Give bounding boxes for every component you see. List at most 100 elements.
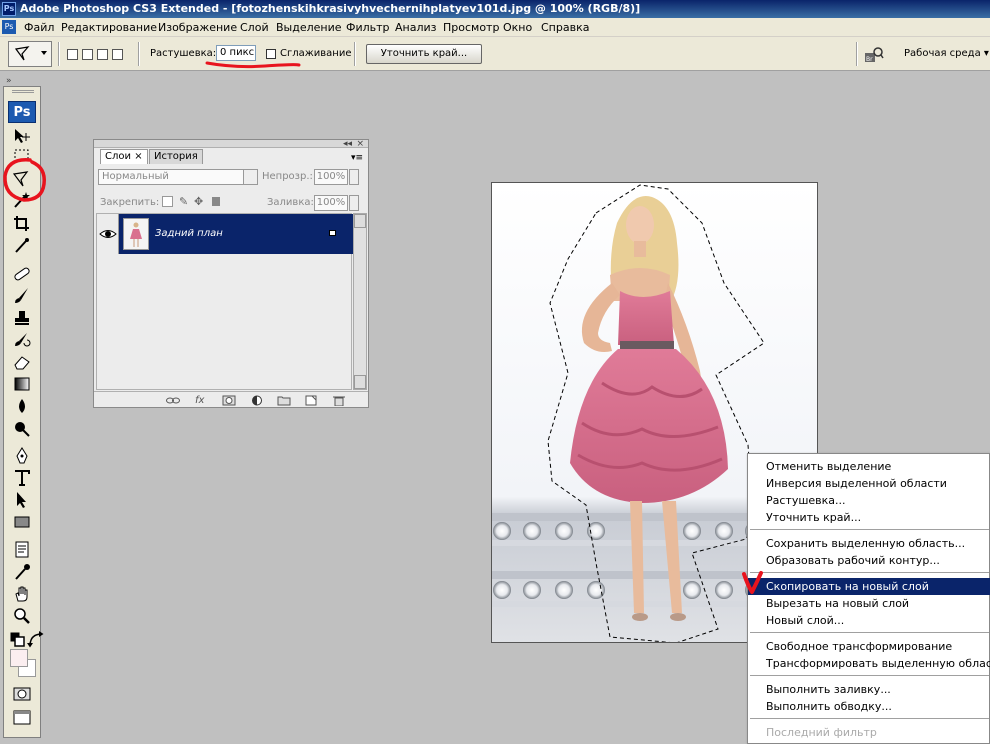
layers-list: Задний план — [96, 213, 353, 390]
eraser-tool-icon[interactable] — [12, 353, 32, 371]
new-group-icon[interactable] — [277, 395, 291, 406]
dodge-tool-icon[interactable] — [12, 419, 32, 437]
layer-row[interactable]: Задний план — [97, 214, 353, 254]
menu-item-layer-via-copy[interactable]: Скопировать на новый слой — [748, 578, 990, 595]
menu-item-stroke[interactable]: Выполнить обводку... — [748, 698, 990, 715]
menu-view[interactable]: Просмотр — [443, 21, 499, 34]
toolbox-grip[interactable] — [12, 90, 34, 93]
pen-tool-icon[interactable] — [12, 447, 32, 465]
swap-colors-icon[interactable] — [26, 631, 44, 648]
menu-item-inverse[interactable]: Инверсия выделенной области — [748, 475, 990, 492]
hand-tool-icon[interactable] — [12, 585, 32, 603]
menu-layer[interactable]: Слой — [240, 21, 269, 34]
add-to-selection-icon[interactable] — [82, 49, 93, 60]
gradient-tool-icon[interactable] — [12, 375, 32, 393]
panel-menu-icon[interactable]: ▾≡ — [351, 153, 363, 163]
menu-item-save-selection[interactable]: Сохранить выделенную область... — [748, 535, 990, 552]
notes-tool-icon[interactable] — [12, 541, 32, 559]
lock-position-icon[interactable]: ✥ — [194, 195, 203, 208]
fill-slider-toggle[interactable] — [349, 195, 359, 211]
new-selection-icon[interactable] — [67, 49, 78, 60]
scroll-down-icon[interactable] — [354, 375, 366, 389]
new-layer-icon[interactable] — [304, 395, 318, 406]
foreground-color-swatch[interactable] — [10, 649, 28, 667]
subtract-from-selection-icon[interactable] — [97, 49, 108, 60]
blend-mode-select[interactable]: Нормальный — [98, 169, 258, 185]
type-tool-icon[interactable] — [12, 469, 32, 487]
menu-window[interactable]: Окно — [503, 21, 532, 34]
menu-separator — [750, 675, 989, 676]
options-bar: Растушевка: 0 пикс Сглаживание Уточнить … — [0, 37, 990, 71]
crop-tool-icon[interactable] — [12, 215, 32, 233]
ps-logo[interactable]: Ps — [8, 101, 36, 123]
opacity-slider-toggle[interactable] — [349, 169, 359, 185]
lock-all-icon[interactable] — [212, 197, 220, 206]
quick-mask-icon[interactable] — [12, 685, 32, 703]
photoshop-app-icon: Ps — [2, 2, 16, 16]
opacity-input[interactable]: 100% — [314, 169, 348, 185]
workspace-menu[interactable]: Рабочая среда ▾ — [904, 48, 989, 59]
close-icon[interactable]: × — [356, 139, 364, 149]
path-selection-icon[interactable] — [12, 491, 32, 509]
menu-item-transform-selection[interactable]: Трансформировать выделенную область — [748, 655, 990, 672]
menu-analysis[interactable]: Анализ — [395, 21, 437, 34]
menu-item-new-layer[interactable]: Новый слой... — [748, 612, 990, 629]
ps-menu-icon[interactable]: Ps — [2, 20, 16, 34]
scroll-up-icon[interactable] — [354, 214, 366, 228]
refine-edge-button[interactable]: Уточнить край... — [366, 44, 482, 64]
healing-brush-icon[interactable] — [12, 265, 32, 283]
bridge-icon[interactable]: Br — [864, 46, 884, 64]
clone-stamp-icon[interactable] — [12, 309, 32, 327]
screen-mode-icon[interactable] — [12, 709, 32, 727]
panel-titlebar[interactable]: ◂◂ × — [94, 139, 368, 149]
layer-style-icon[interactable]: fx — [195, 395, 209, 406]
zoom-tool-icon[interactable] — [12, 607, 32, 625]
fill-input[interactable]: 100% — [314, 195, 348, 211]
menu-item-feather[interactable]: Растушевка... — [748, 492, 990, 509]
menu-item-fill[interactable]: Выполнить заливку... — [748, 681, 990, 698]
tab-layers[interactable]: Слои × — [100, 149, 148, 164]
brush-tool-icon[interactable] — [12, 287, 32, 305]
add-mask-icon[interactable] — [222, 395, 236, 406]
menu-item-make-work-path[interactable]: Образовать рабочий контур... — [748, 552, 990, 569]
tool-preset-picker[interactable] — [8, 41, 52, 67]
menu-separator — [750, 718, 989, 719]
menu-image[interactable]: Изображение — [158, 21, 237, 34]
default-colors-icon[interactable] — [8, 631, 25, 647]
feather-input[interactable]: 0 пикс — [216, 45, 256, 61]
antialias-label: Сглаживание — [280, 48, 352, 59]
layers-scrollbar[interactable] — [353, 213, 367, 390]
tab-history[interactable]: История — [149, 149, 203, 164]
history-brush-icon[interactable] — [12, 331, 32, 349]
chevron-down-icon — [41, 51, 47, 55]
menu-file[interactable]: Файл — [24, 21, 54, 34]
menu-select[interactable]: Выделение — [276, 21, 342, 34]
menu-separator — [750, 529, 989, 530]
menu-item-free-transform[interactable]: Свободное трансформирование — [748, 638, 990, 655]
collapse-icon[interactable]: ◂◂ — [343, 139, 352, 149]
move-tool-icon[interactable] — [12, 127, 32, 145]
menu-item-deselect[interactable]: Отменить выделение — [748, 458, 990, 475]
intersect-selection-icon[interactable] — [112, 49, 123, 60]
menu-item-layer-via-cut[interactable]: Вырезать на новый слой — [748, 595, 990, 612]
divider — [138, 42, 140, 66]
trash-icon[interactable] — [332, 395, 346, 407]
antialias-checkbox[interactable] — [266, 49, 276, 59]
blur-tool-icon[interactable] — [12, 397, 32, 415]
adjustment-layer-icon[interactable] — [250, 395, 264, 406]
divider — [856, 42, 858, 66]
layer-visibility-toggle[interactable] — [97, 214, 119, 254]
menu-item-refine-edge[interactable]: Уточнить край... — [748, 509, 990, 526]
lock-transparent-icon[interactable] — [162, 196, 173, 207]
layer-name: Задний план — [155, 228, 223, 239]
lock-pixels-icon[interactable]: ✎ — [179, 195, 188, 208]
shape-tool-icon[interactable] — [12, 513, 32, 531]
eyedropper-icon[interactable] — [12, 563, 32, 581]
menu-edit[interactable]: Редактирование — [61, 21, 157, 34]
menu-help[interactable]: Справка — [541, 21, 589, 34]
link-layers-icon[interactable] — [166, 395, 180, 406]
tab-close-icon[interactable]: × — [134, 151, 142, 162]
divider — [58, 42, 60, 66]
eyedropper-slice-icon[interactable] — [12, 237, 32, 255]
menu-filter[interactable]: Фильтр — [346, 21, 390, 34]
